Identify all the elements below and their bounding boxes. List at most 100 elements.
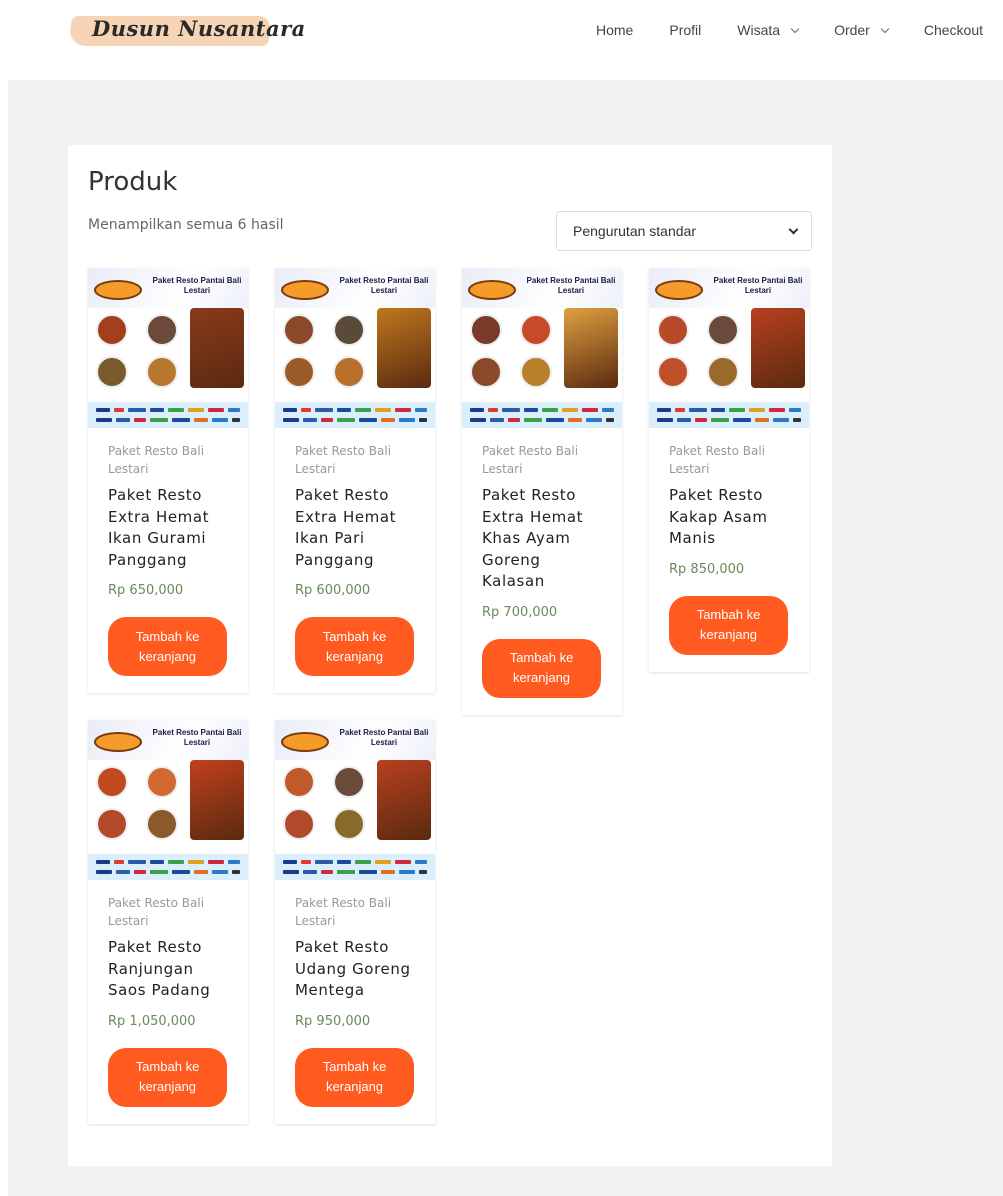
dish-photo-icon [333, 808, 365, 840]
dish-photo-icon [146, 808, 178, 840]
image-heading: Paket Resto Pantai Bali Lestari [339, 276, 429, 295]
add-to-cart-button[interactable]: Tambah ke keranjang [482, 638, 601, 698]
dish-photo-icon [707, 356, 739, 388]
product-price: Rp 850,000 [669, 561, 745, 577]
payment-methods-strip [88, 854, 248, 880]
dish-photo-icon [96, 356, 128, 388]
dish-photo-icon [333, 356, 365, 388]
dish-photo-icon [520, 314, 552, 346]
product-card[interactable]: Paket Resto Pantai Bali Lestari Paket Res… [88, 720, 248, 1124]
product-card[interactable]: Paket Resto Pantai Bali Lestari Paket Res… [462, 268, 622, 715]
add-to-cart-button[interactable]: Tambah ke keranjang [108, 617, 227, 676]
main-dish-photo-icon [190, 308, 244, 388]
main-dish-photo-icon [377, 308, 431, 388]
product-card[interactable]: Paket Resto Pantai Bali Lestari Paket Res… [649, 268, 809, 672]
product-image[interactable]: Paket Resto Pantai Bali Lestari [88, 720, 248, 880]
dish-photo-icon [470, 356, 502, 388]
image-heading: Paket Resto Pantai Bali Lestari [526, 276, 616, 295]
main-dish-photo-icon [190, 760, 244, 840]
payment-methods-strip [275, 402, 435, 428]
product-title[interactable]: Paket Resto Kakap Asam Manis [669, 485, 789, 550]
product-image[interactable]: Paket Resto Pantai Bali Lestari [275, 268, 435, 428]
dish-photo-icon [96, 766, 128, 798]
product-category[interactable]: Paket Resto Bali Lestari [295, 894, 425, 930]
product-card[interactable]: Paket Resto Pantai Bali Lestari Paket Res… [275, 268, 435, 693]
product-image[interactable]: Paket Resto Pantai Bali Lestari [462, 268, 622, 428]
payment-methods-strip [88, 402, 248, 428]
main-dish-photo-icon [751, 308, 805, 388]
product-image[interactable]: Paket Resto Pantai Bali Lestari [649, 268, 809, 428]
restaurant-logo-icon [94, 732, 142, 752]
image-heading: Paket Resto Pantai Bali Lestari [339, 728, 429, 747]
dish-photo-icon [520, 356, 552, 388]
add-to-cart-button[interactable]: Tambah ke keranjang [669, 595, 788, 655]
image-heading: Paket Resto Pantai Bali Lestari [152, 728, 242, 747]
add-to-cart-button[interactable]: Tambah ke keranjang [108, 1047, 227, 1107]
dish-photo-icon [283, 766, 315, 798]
nav-wisata[interactable]: Wisata [737, 22, 800, 38]
dish-photo-icon [657, 356, 689, 388]
product-category[interactable]: Paket Resto Bali Lestari [108, 442, 238, 478]
product-price: Rp 1,050,000 [108, 1013, 196, 1029]
nav-wisata-label: Wisata [737, 22, 781, 38]
main-nav: Home Profil Wisata Order Checkout [596, 22, 983, 38]
shop-panel: Produk Menampilkan semua 6 hasil Penguru… [68, 145, 832, 1166]
restaurant-logo-icon [281, 280, 329, 300]
product-card[interactable]: Paket Resto Pantai Bali Lestari Paket Res… [275, 720, 435, 1124]
product-image[interactable]: Paket Resto Pantai Bali Lestari [275, 720, 435, 880]
dish-photo-icon [283, 356, 315, 388]
image-heading: Paket Resto Pantai Bali Lestari [152, 276, 242, 295]
dish-photo-icon [333, 314, 365, 346]
dish-photo-icon [146, 766, 178, 798]
chevron-down-icon [880, 24, 890, 33]
dish-photo-icon [146, 356, 178, 388]
ordering-selected: Pengurutan standar [573, 223, 696, 239]
product-category[interactable]: Paket Resto Bali Lestari [669, 442, 799, 478]
dish-photo-icon [707, 314, 739, 346]
nav-profil-label: Profil [669, 22, 702, 38]
dish-photo-icon [283, 808, 315, 840]
dish-photo-icon [470, 314, 502, 346]
logo-text: Dusun Nusantara [92, 16, 306, 41]
product-title[interactable]: Paket Resto Ranjungan Saos Padang [108, 937, 228, 1002]
product-title[interactable]: Paket Resto Extra Hemat Ikan Gurami Pang… [108, 485, 228, 571]
dish-photo-icon [283, 314, 315, 346]
dish-photo-icon [96, 808, 128, 840]
restaurant-logo-icon [468, 280, 516, 300]
main-dish-photo-icon [564, 308, 618, 388]
site-header: Dusun Nusantara Home Profil Wisata Order… [0, 0, 1003, 80]
page-title: Produk [88, 167, 178, 197]
product-category[interactable]: Paket Resto Bali Lestari [108, 894, 238, 930]
add-to-cart-button[interactable]: Tambah ke keranjang [295, 617, 414, 676]
nav-checkout-label: Checkout [923, 22, 984, 38]
product-card[interactable]: Paket Resto Pantai Bali Lestari Paket Res… [88, 268, 248, 693]
product-title[interactable]: Paket Resto Extra Hemat Ikan Pari Pangga… [295, 485, 415, 571]
product-category[interactable]: Paket Resto Bali Lestari [295, 442, 425, 478]
main-dish-photo-icon [377, 760, 431, 840]
product-price: Rp 950,000 [295, 1013, 371, 1029]
chevron-down-icon [790, 24, 800, 33]
payment-methods-strip [275, 854, 435, 880]
restaurant-logo-icon [281, 732, 329, 752]
nav-order-label: Order [834, 22, 870, 38]
product-title[interactable]: Paket Resto Extra Hemat Khas Ayam Goreng… [482, 485, 602, 593]
dish-photo-icon [96, 314, 128, 346]
site-logo[interactable]: Dusun Nusantara [67, 10, 305, 52]
nav-checkout[interactable]: Checkout [924, 22, 983, 38]
payment-methods-strip [462, 402, 622, 428]
result-count: Menampilkan semua 6 hasil [88, 217, 284, 233]
payment-methods-strip [649, 402, 809, 428]
nav-home[interactable]: Home [596, 22, 633, 38]
product-price: Rp 650,000 [108, 583, 184, 598]
ordering-select[interactable]: Pengurutan standar [556, 211, 812, 251]
product-image[interactable]: Paket Resto Pantai Bali Lestari [88, 268, 248, 428]
product-price: Rp 600,000 [295, 583, 371, 598]
dish-photo-icon [333, 766, 365, 798]
image-heading: Paket Resto Pantai Bali Lestari [713, 276, 803, 295]
add-to-cart-button[interactable]: Tambah ke keranjang [295, 1047, 414, 1107]
product-category[interactable]: Paket Resto Bali Lestari [482, 442, 612, 478]
product-title[interactable]: Paket Resto Udang Goreng Mentega [295, 937, 415, 1002]
nav-profil[interactable]: Profil [669, 22, 701, 38]
nav-order[interactable]: Order [834, 22, 890, 38]
chevron-down-icon [788, 224, 799, 235]
